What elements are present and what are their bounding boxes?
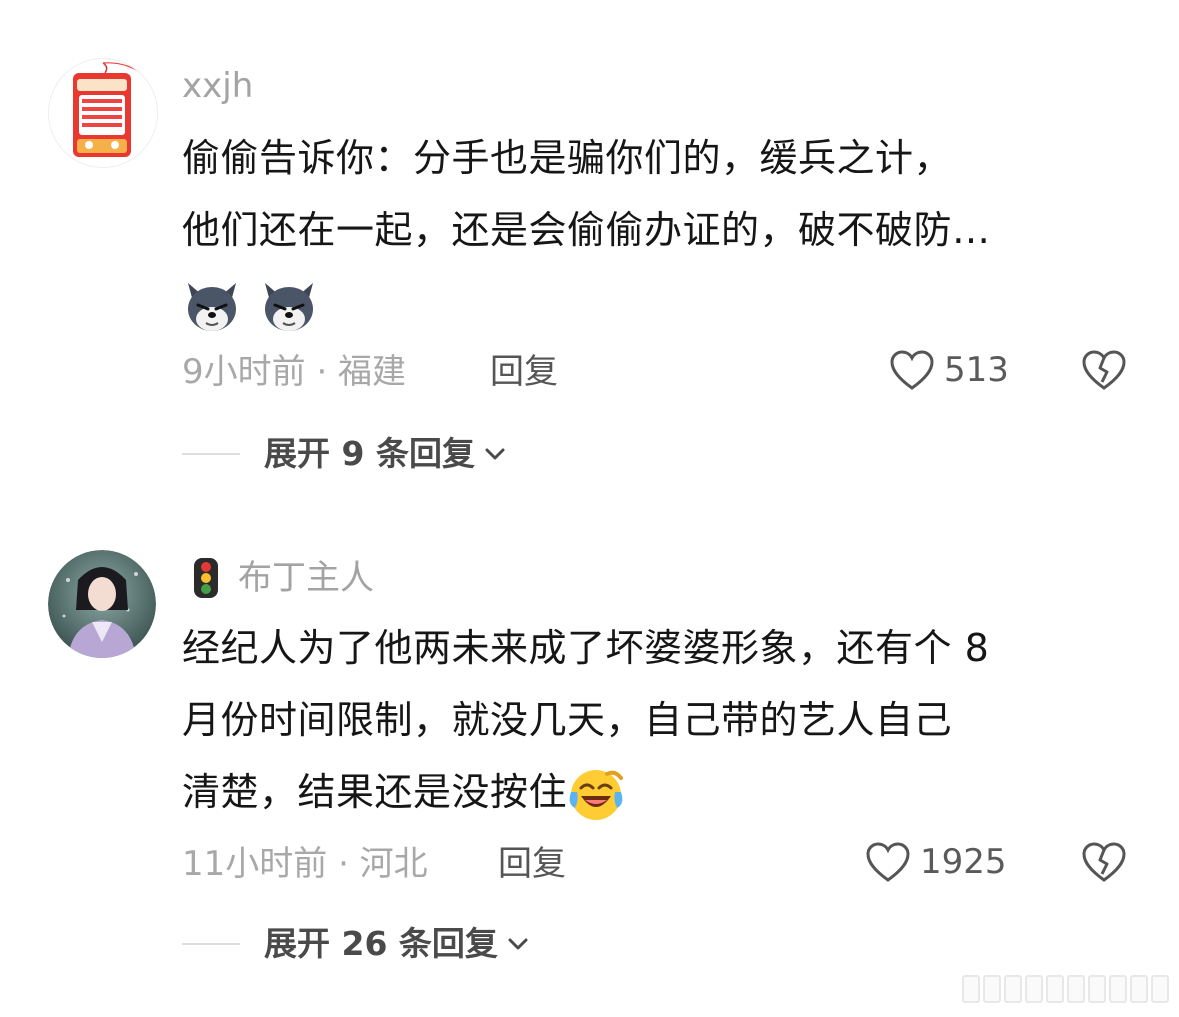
like-count: 1925 (920, 842, 1007, 882)
dislike-button[interactable] (1080, 840, 1128, 888)
watermark-logo (962, 975, 1169, 1003)
broken-heart-icon (1082, 842, 1126, 882)
reply-button[interactable]: 回复 (498, 844, 566, 884)
expand-replies[interactable]: 展开 26 条回复 (182, 924, 530, 964)
comment-text-line-with-emoji: 清楚，结果还是没按住 (182, 756, 1142, 828)
avatar-image (48, 550, 156, 658)
comment-item: 布丁主人 经纪人为了他两未来成了坏婆婆形象，还有个 8 月份时间限制，就没几天，… (0, 0, 1179, 1017)
like-button[interactable]: 1925 (864, 840, 1007, 884)
comment-meta: 11小时前 · 河北 (182, 844, 428, 884)
chevron-down-icon (508, 938, 528, 950)
comment-text-line: 经纪人为了他两未来成了坏婆婆形象，还有个 8 (182, 626, 990, 670)
comment-text-line: 月份时间限制，就没几天，自己带的艺人自己 (182, 698, 953, 742)
divider (182, 943, 240, 945)
expand-replies-label: 展开 26 条回复 (264, 924, 498, 963)
comment-text: 经纪人为了他两未来成了坏婆婆形象，还有个 8 月份时间限制，就没几天，自己带的艺… (182, 612, 1142, 828)
avatar[interactable] (48, 550, 156, 658)
comment-text-line: 清楚，结果还是没按住 (182, 770, 568, 814)
heart-icon (866, 842, 910, 882)
username[interactable]: 布丁主人 (238, 558, 374, 598)
laughing-tears-emoji (569, 769, 624, 820)
traffic-light-icon (194, 558, 218, 598)
